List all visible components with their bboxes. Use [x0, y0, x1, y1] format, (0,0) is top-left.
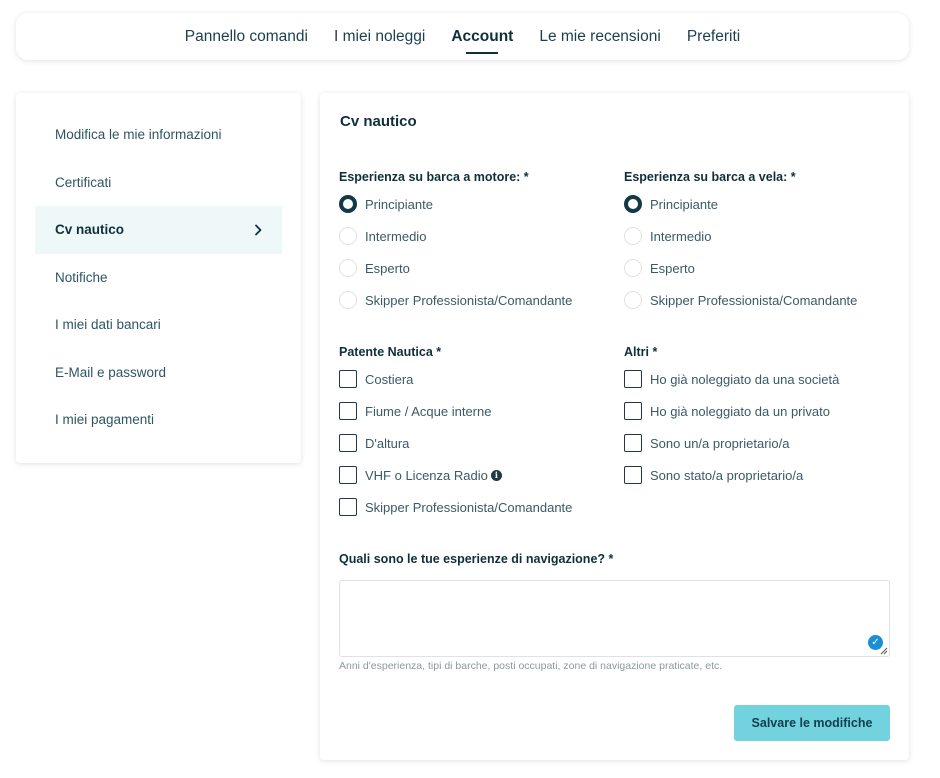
option-label: Principiante: [365, 196, 433, 212]
checkbox[interactable]: [339, 402, 357, 420]
experience-label: Quali sono le tue esperienze di navigazi…: [339, 552, 614, 566]
sidebar-item-label: I miei dati bancari: [55, 317, 161, 333]
sidebar-item-modifica-informazioni[interactable]: Modifica le mie informazioni: [35, 111, 282, 159]
option-label: Costiera: [365, 371, 414, 387]
option-label: Fiume / Acque interne: [365, 403, 492, 419]
sail-option-intermedio[interactable]: Intermedio: [624, 220, 894, 252]
sidebar-item-notifiche[interactable]: Notifiche: [35, 254, 282, 302]
motor-option-skipper[interactable]: Skipper Professionista/Comandante: [339, 284, 609, 316]
tab-le-mie-recensioni[interactable]: Le mie recensioni: [539, 27, 660, 47]
sidebar-item-label: Notifiche: [55, 269, 108, 285]
option-label: Principiante: [650, 196, 718, 212]
option-label: VHF o Licenza Radio: [365, 467, 488, 483]
resize-handle-icon[interactable]: [880, 647, 888, 655]
tab-preferiti[interactable]: Preferiti: [687, 27, 740, 47]
option-label: Ho già noleggiato da un privato: [650, 403, 830, 419]
option-label: Ho già noleggiato da una società: [650, 371, 840, 387]
motor-experience-label: Esperienza su barca a motore: *: [339, 170, 529, 184]
others-option-proprietario[interactable]: Sono un/a proprietario/a: [624, 427, 894, 459]
option-label: Skipper Professionista/Comandante: [365, 292, 573, 308]
checkbox[interactable]: [624, 466, 642, 484]
sidebar-item-label: I miei pagamenti: [55, 412, 155, 428]
tab-pannello-comandi[interactable]: Pannello comandi: [185, 27, 308, 47]
sail-option-esperto[interactable]: Esperto: [624, 252, 894, 284]
license-option-costiera[interactable]: Costiera: [339, 363, 609, 395]
top-navigation: Pannello comandi I miei noleggi Account …: [16, 13, 909, 60]
option-label: Intermedio: [365, 228, 427, 244]
option-label: Sono stato/a proprietario/a: [650, 467, 804, 483]
account-sidebar: Modifica le mie informazioni Certificati…: [16, 93, 301, 463]
radio-button[interactable]: [339, 259, 357, 277]
sidebar-item-dati-bancari[interactable]: I miei dati bancari: [35, 301, 282, 349]
radio-button[interactable]: [624, 291, 642, 309]
sail-option-principiante[interactable]: Principiante: [624, 188, 894, 220]
experience-textarea-wrap: ✓: [339, 580, 890, 657]
license-label: Patente Nautica *: [339, 345, 442, 359]
sidebar-item-label: Certificati: [55, 174, 112, 190]
option-label: Sono un/a proprietario/a: [650, 435, 790, 451]
option-label: D'altura: [365, 435, 410, 451]
license-option-skipper[interactable]: Skipper Professionista/Comandante: [339, 491, 609, 523]
tab-i-miei-noleggi[interactable]: I miei noleggi: [334, 27, 425, 47]
sidebar-item-email-password[interactable]: E-Mail e password: [35, 349, 282, 397]
radio-button[interactable]: [339, 195, 357, 213]
save-button[interactable]: Salvare le modifiche: [734, 705, 890, 741]
chevron-right-icon: [255, 224, 262, 236]
radio-button[interactable]: [624, 195, 642, 213]
checkbox[interactable]: [339, 498, 357, 516]
option-label: Skipper Professionista/Comandante: [365, 499, 573, 515]
checkbox[interactable]: [624, 402, 642, 420]
checkbox[interactable]: [339, 370, 357, 388]
sail-option-skipper[interactable]: Skipper Professionista/Comandante: [624, 284, 894, 316]
sidebar-item-label: Modifica le mie informazioni: [55, 127, 222, 143]
motor-option-principiante[interactable]: Principiante: [339, 188, 609, 220]
license-option-vhf[interactable]: VHF o Licenza Radio i: [339, 459, 609, 491]
license-group: Patente Nautica * Costiera Fiume / Acque…: [339, 345, 609, 523]
sidebar-item-label: Cv nautico: [55, 222, 125, 238]
others-label: Altri *: [624, 345, 658, 359]
experience-hint: Anni d'esperienza, tipi di barche, posti…: [339, 660, 723, 672]
license-option-daltura[interactable]: D'altura: [339, 427, 609, 459]
option-label: Skipper Professionista/Comandante: [650, 292, 858, 308]
others-option-privato[interactable]: Ho già noleggiato da un privato: [624, 395, 894, 427]
others-group: Altri * Ho già noleggiato da una società…: [624, 345, 894, 491]
sail-experience-group: Esperienza su barca a vela: * Principian…: [624, 170, 894, 316]
others-option-ex-proprietario[interactable]: Sono stato/a proprietario/a: [624, 459, 894, 491]
radio-button[interactable]: [339, 291, 357, 309]
sidebar-item-certificati[interactable]: Certificati: [35, 159, 282, 207]
sidebar-item-cv-nautico[interactable]: Cv nautico: [35, 206, 282, 254]
radio-button[interactable]: [624, 227, 642, 245]
option-label: Esperto: [365, 260, 410, 276]
tab-account[interactable]: Account: [451, 27, 513, 47]
motor-option-intermedio[interactable]: Intermedio: [339, 220, 609, 252]
option-label: Esperto: [650, 260, 695, 276]
experience-textarea[interactable]: [340, 581, 889, 656]
sidebar-item-pagamenti[interactable]: I miei pagamenti: [35, 396, 282, 444]
others-option-societa[interactable]: Ho già noleggiato da una società: [624, 363, 894, 395]
info-icon[interactable]: i: [490, 469, 502, 481]
sail-experience-label: Esperienza su barca a vela: *: [624, 170, 796, 184]
option-label: Intermedio: [650, 228, 712, 244]
page-title: Cv nautico: [340, 113, 417, 130]
radio-button[interactable]: [339, 227, 357, 245]
motor-option-esperto[interactable]: Esperto: [339, 252, 609, 284]
sidebar-item-label: E-Mail e password: [55, 364, 167, 380]
motor-experience-group: Esperienza su barca a motore: * Principi…: [339, 170, 609, 316]
checkbox[interactable]: [624, 434, 642, 452]
checkbox[interactable]: [339, 466, 357, 484]
cv-nautico-panel: Cv nautico Esperienza su barca a motore:…: [320, 93, 909, 760]
radio-button[interactable]: [624, 259, 642, 277]
license-option-fiume[interactable]: Fiume / Acque interne: [339, 395, 609, 427]
checkbox[interactable]: [624, 370, 642, 388]
checkbox[interactable]: [339, 434, 357, 452]
